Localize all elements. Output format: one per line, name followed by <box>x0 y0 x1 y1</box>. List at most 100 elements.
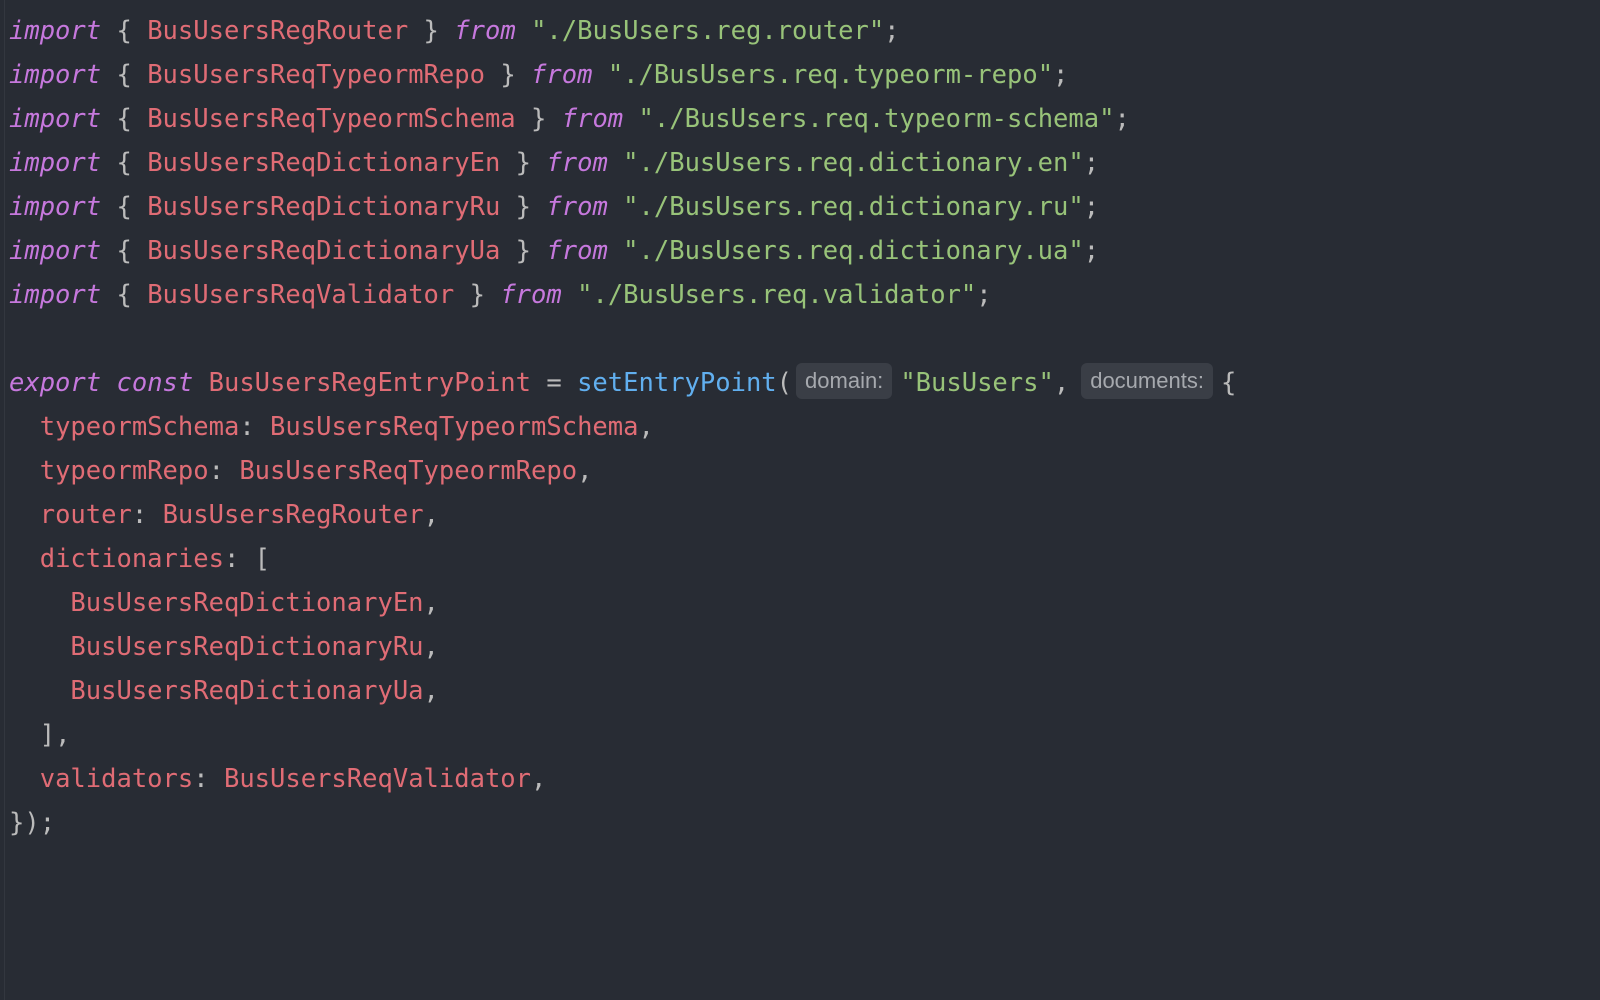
brace-close: } <box>484 60 516 90</box>
comma: , <box>638 412 654 442</box>
code-line-import-7[interactable]: import { BusUsersReqValidator } from "./… <box>9 273 1236 317</box>
property-key[interactable]: validators <box>40 764 194 794</box>
code-line-blank[interactable] <box>9 317 1236 361</box>
colon: : <box>239 412 271 442</box>
semicolon: ; <box>976 280 992 310</box>
code-line-dictionary-item[interactable]: BusUsersReqDictionaryUa, <box>9 669 1236 713</box>
from-keyword: from <box>500 280 562 310</box>
semicolon: ; <box>1053 60 1069 90</box>
brace-open: { <box>116 60 148 90</box>
import-identifier[interactable]: BusUsersReqDictionaryRu <box>147 192 500 222</box>
semicolon: ; <box>884 16 900 46</box>
semicolon: ; <box>1083 192 1100 222</box>
import-identifier[interactable]: BusUsersReqTypeormSchema <box>147 104 515 134</box>
array-item[interactable]: BusUsersReqDictionaryRu <box>70 632 423 662</box>
code-area[interactable]: import { BusUsersRegRouter } from "./Bus… <box>9 9 1236 845</box>
import-path[interactable]: "./BusUsers.req.validator" <box>577 280 976 310</box>
from-keyword: from <box>546 192 608 222</box>
entry-point-identifier[interactable]: BusUsersRegEntryPoint <box>209 368 531 398</box>
brace-close: } <box>500 192 532 222</box>
function-call-name[interactable]: setEntryPoint <box>577 368 777 398</box>
brace-close: } <box>500 148 532 178</box>
from-keyword: from <box>546 148 608 178</box>
import-path[interactable]: "./BusUsers.req.typeorm-repo" <box>608 60 1053 90</box>
brace-close: } <box>515 104 547 134</box>
closing-brace-paren: }); <box>9 808 56 838</box>
brace-open: { <box>116 16 148 46</box>
brace-close: } <box>454 280 485 310</box>
import-identifier[interactable]: BusUsersReqValidator <box>147 280 454 310</box>
from-keyword: from <box>531 60 593 90</box>
code-line-export[interactable]: export const BusUsersRegEntryPoint = set… <box>9 361 1236 405</box>
import-path[interactable]: "./BusUsers.req.dictionary.ru" <box>623 192 1084 222</box>
brace-close: } <box>408 16 439 46</box>
code-editor[interactable]: _ import { BusUsersRegRouter } from "./B… <box>0 0 1600 1000</box>
code-line-router[interactable]: router: BusUsersRegRouter, <box>9 493 1236 537</box>
import-path[interactable]: "./BusUsers.reg.router" <box>531 16 884 46</box>
domain-string[interactable]: "BusUsers" <box>900 368 1054 398</box>
from-keyword: from <box>454 16 516 46</box>
code-line-import-3[interactable]: import { BusUsersReqTypeormSchema } from… <box>9 97 1236 141</box>
array-item[interactable]: BusUsersReqDictionaryEn <box>70 588 423 618</box>
code-line-typeorm-schema[interactable]: typeormSchema: BusUsersReqTypeormSchema, <box>9 405 1236 449</box>
code-line-bracket-close[interactable]: ], <box>9 713 1236 757</box>
brace-open: { <box>116 104 148 134</box>
code-line-import-4[interactable]: import { BusUsersReqDictionaryEn } from … <box>9 141 1236 185</box>
import-identifier[interactable]: BusUsersReqTypeormRepo <box>147 60 485 90</box>
import-keyword: import <box>9 192 102 222</box>
from-keyword: from <box>561 104 624 134</box>
import-keyword: import <box>9 148 102 178</box>
import-keyword: import <box>9 104 102 134</box>
array-item[interactable]: BusUsersReqDictionaryUa <box>70 676 423 706</box>
code-line-import-1[interactable]: import { BusUsersRegRouter } from "./Bus… <box>9 9 1236 53</box>
property-key[interactable]: typeormRepo <box>40 456 209 486</box>
import-path[interactable]: "./BusUsers.req.dictionary.en" <box>623 148 1084 178</box>
import-keyword: import <box>9 280 102 310</box>
import-identifier[interactable]: BusUsersReqDictionaryUa <box>147 236 500 266</box>
gutter-divider <box>4 0 5 1000</box>
object-brace-open: { <box>1220 368 1237 398</box>
import-keyword: import <box>9 236 102 266</box>
import-identifier[interactable]: BusUsersReqDictionaryEn <box>147 148 500 178</box>
code-line-dictionary-item[interactable]: BusUsersReqDictionaryRu, <box>9 625 1236 669</box>
property-key[interactable]: dictionaries <box>40 544 224 574</box>
comma: , <box>577 456 593 486</box>
comma: , <box>1053 368 1070 398</box>
colon: : <box>193 764 224 794</box>
code-line-import-6[interactable]: import { BusUsersReqDictionaryUa } from … <box>9 229 1236 273</box>
semicolon: ; <box>1083 236 1100 266</box>
param-hint-domain: domain: <box>796 363 893 399</box>
semicolon: ; <box>1114 104 1130 134</box>
import-keyword: import <box>9 16 102 46</box>
brace-open: { <box>116 280 148 310</box>
semicolon: ; <box>1083 148 1100 178</box>
colon: : <box>223 544 255 574</box>
bracket-close: ], <box>39 720 71 750</box>
code-line-dictionaries[interactable]: dictionaries: [ <box>9 537 1236 581</box>
from-keyword: from <box>546 236 608 266</box>
import-path[interactable]: "./BusUsers.req.dictionary.ua" <box>623 236 1084 266</box>
paren-open: ( <box>776 368 793 398</box>
colon: : <box>208 456 240 486</box>
property-value[interactable]: BusUsersReqTypeormSchema <box>270 412 638 442</box>
import-identifier[interactable]: BusUsersRegRouter <box>147 16 408 46</box>
property-value[interactable]: BusUsersRegRouter <box>163 500 424 530</box>
code-line-typeorm-repo[interactable]: typeormRepo: BusUsersReqTypeormRepo, <box>9 449 1236 493</box>
code-line-dictionary-item[interactable]: BusUsersReqDictionaryEn, <box>9 581 1236 625</box>
code-line-import-2[interactable]: import { BusUsersReqTypeormRepo } from "… <box>9 53 1236 97</box>
colon: : <box>131 500 163 530</box>
bracket-open: [ <box>254 544 271 574</box>
comma: , <box>423 500 439 530</box>
code-line-validators[interactable]: validators: BusUsersReqValidator, <box>9 757 1236 801</box>
import-path[interactable]: "./BusUsers.req.typeorm-schema" <box>639 104 1115 134</box>
property-key[interactable]: typeormSchema <box>40 412 240 442</box>
property-key[interactable]: router <box>40 500 132 530</box>
code-line-closing[interactable]: }); <box>9 801 1236 845</box>
comma: , <box>423 588 439 618</box>
property-value[interactable]: BusUsersReqValidator <box>224 764 531 794</box>
import-keyword: import <box>9 60 102 90</box>
comma: , <box>531 764 547 794</box>
code-line-import-5[interactable]: import { BusUsersReqDictionaryRu } from … <box>9 185 1236 229</box>
property-value[interactable]: BusUsersReqTypeormRepo <box>239 456 577 486</box>
brace-open: { <box>116 192 148 222</box>
